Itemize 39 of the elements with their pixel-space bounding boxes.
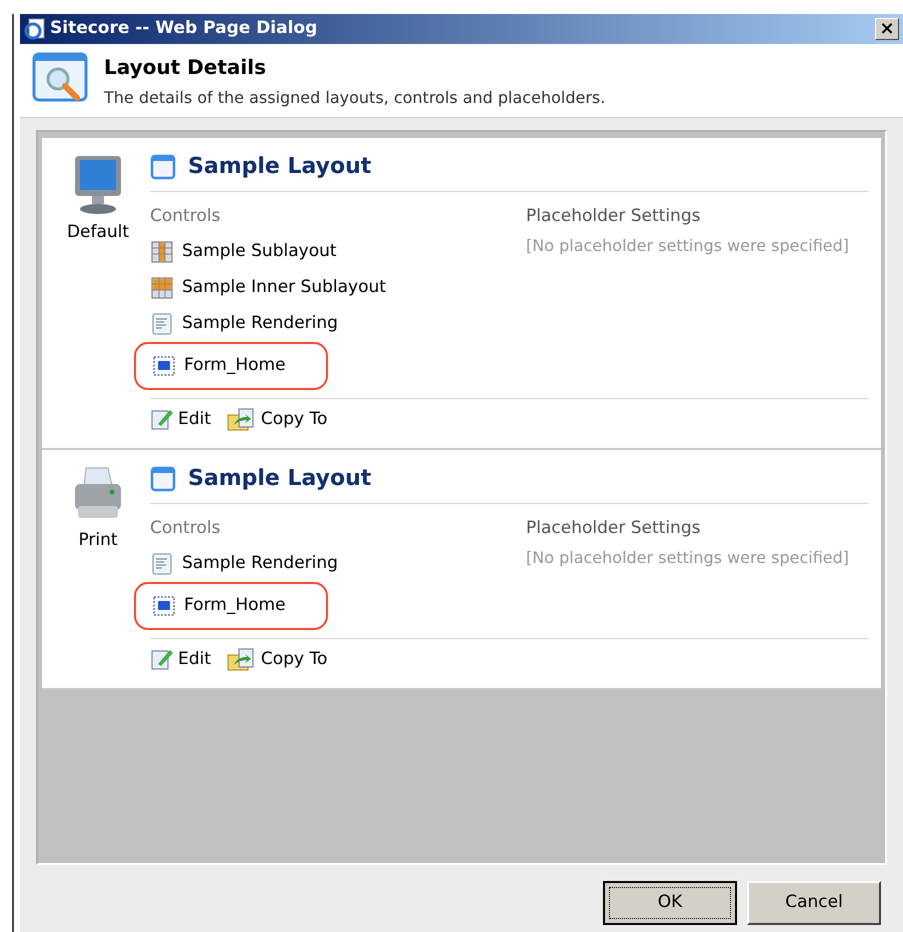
control-name[interactable]: Sample Rendering: [182, 310, 338, 336]
action-link[interactable]: Copy To: [226, 646, 328, 672]
section-label: Controls: [150, 517, 222, 540]
section-label: Placeholder Settings: [526, 517, 702, 540]
window-icon: [150, 154, 176, 180]
device-name: Print: [78, 529, 118, 552]
header-description: The details of the assigned layouts, controls and placeholders.: [104, 87, 606, 109]
device-name: Default: [66, 221, 130, 244]
placeholder-note: [No placeholder settings were specified]: [526, 546, 850, 568]
placeholder-note: [No placeholder settings were specified]: [526, 234, 850, 256]
layout-title: Sample Layout: [188, 153, 372, 181]
dialog-button[interactable]: Cancel: [747, 881, 881, 925]
action-link[interactable]: Edit: [150, 646, 211, 672]
form-icon: [152, 354, 176, 378]
edit-icon: [150, 407, 174, 432]
monitor-icon: [72, 154, 124, 216]
document-icon: [150, 312, 174, 336]
control-name[interactable]: Sample Rendering: [182, 550, 338, 576]
magnifier-icon: [32, 52, 88, 104]
action-link[interactable]: Copy To: [226, 406, 328, 432]
grid-icon: [150, 276, 174, 300]
section-label: Placeholder Settings: [526, 205, 702, 228]
action-link[interactable]: Edit: [150, 406, 211, 432]
form-icon: [152, 594, 176, 618]
window-icon: [150, 466, 176, 492]
browser-icon: [24, 18, 46, 40]
dialog-button[interactable]: OK: [603, 881, 737, 925]
edit-icon: [150, 647, 174, 672]
grid-icon: [150, 240, 174, 264]
control-name[interactable]: Form_Home: [184, 352, 286, 378]
window-title: Sitecore -- Web Page Dialog: [50, 17, 318, 40]
control-name[interactable]: Sample Sublayout: [182, 238, 337, 264]
header-title: Layout Details: [104, 54, 268, 81]
layout-title: Sample Layout: [188, 465, 372, 493]
control-name[interactable]: Sample Inner Sublayout: [182, 274, 386, 300]
document-icon: [150, 552, 174, 576]
close-button[interactable]: ×: [875, 18, 899, 40]
control-name[interactable]: Form_Home: [184, 592, 286, 618]
section-label: Controls: [150, 205, 222, 228]
